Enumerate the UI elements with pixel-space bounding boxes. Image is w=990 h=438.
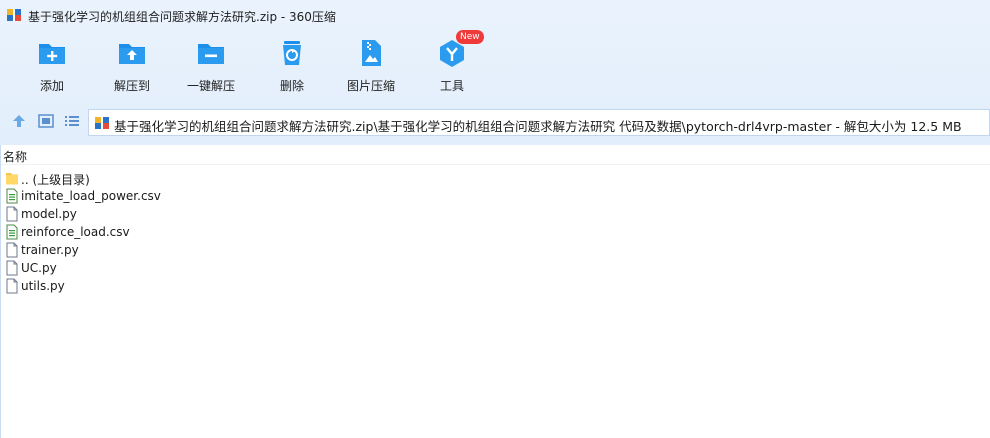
list-item-parent-dir[interactable]: .. (上级目录)	[3, 169, 403, 187]
top-panel: 基于强化学习的机组组合问题求解方法研究.zip - 360压缩 添加 解压到 一…	[0, 0, 990, 145]
navigation-bar: 基于强化学习的机组组合问题求解方法研究.zip\基于强化学习的机组组合问题求解方…	[0, 106, 990, 136]
address-path: 基于强化学习的机组组合问题求解方法研究.zip\基于强化学习的机组组合问题求解方…	[114, 119, 962, 134]
up-arrow-icon[interactable]	[10, 112, 28, 130]
file-name: imitate_load_power.csv	[21, 189, 161, 203]
file-icon	[6, 260, 18, 276]
delete-button[interactable]: 删除	[254, 36, 330, 96]
column-name-header[interactable]: 名称	[3, 148, 27, 165]
add-label: 添加	[39, 79, 64, 93]
file-name: model.py	[21, 207, 77, 221]
delete-label: 删除	[279, 79, 304, 93]
file-list: 名称 .. (上级目录) imitate_load_power.csv mode…	[0, 145, 990, 438]
tools-button[interactable]: New 工具	[414, 30, 490, 96]
extract-to-label: 解压到	[113, 79, 150, 93]
list-item[interactable]: utils.py	[3, 277, 403, 295]
archive-window: 基于强化学习的机组组合问题求解方法研究.zip - 360压缩 添加 解压到 一…	[0, 0, 990, 438]
add-button[interactable]: 添加	[14, 36, 90, 96]
file-name: reinforce_load.csv	[21, 225, 130, 239]
address-bar[interactable]: 基于强化学习的机组组合问题求解方法研究.zip\基于强化学习的机组组合问题求解方…	[88, 109, 990, 136]
extract-to-button[interactable]: 解压到	[94, 36, 170, 96]
trash-icon	[283, 41, 301, 65]
archive-icon	[95, 117, 109, 129]
image-compress-label: 图片压缩	[346, 79, 395, 93]
one-click-extract-icon	[198, 44, 224, 64]
archive-app-icon	[7, 9, 21, 21]
image-compress-button[interactable]: 图片压缩	[333, 36, 409, 96]
tools-label: 工具	[439, 79, 464, 93]
file-name: utils.py	[21, 279, 65, 293]
one-click-extract-button[interactable]: 一键解压	[173, 36, 249, 96]
column-header: 名称	[1, 145, 990, 165]
window-title: 基于强化学习的机组组合问题求解方法研究.zip - 360压缩	[28, 10, 336, 24]
file-icon	[6, 206, 18, 222]
list-item[interactable]: model.py	[3, 205, 403, 223]
folder-icon	[6, 173, 18, 185]
file-name: trainer.py	[21, 243, 79, 257]
toolbar: 添加 解压到 一键解压 删除 图片压缩 New 工具	[0, 30, 990, 98]
list-item[interactable]: reinforce_load.csv	[3, 223, 403, 241]
file-name: UC.py	[21, 261, 57, 275]
file-icon	[6, 242, 18, 258]
csv-file-icon	[6, 188, 18, 204]
one-click-extract-label: 一键解压	[186, 79, 235, 93]
add-folder-icon	[39, 44, 65, 64]
list-view-icon[interactable]	[63, 112, 81, 130]
file-name: .. (上级目录)	[21, 173, 90, 187]
title-bar: 基于强化学习的机组组合问题求解方法研究.zip - 360压缩	[0, 0, 990, 30]
extract-folder-icon	[119, 44, 145, 64]
file-icon	[6, 278, 18, 294]
list-item[interactable]: imitate_load_power.csv	[3, 187, 403, 205]
csv-file-icon	[6, 224, 18, 240]
image-compress-icon	[362, 40, 381, 66]
list-item[interactable]: UC.py	[3, 259, 403, 277]
thumbnail-view-icon[interactable]	[37, 112, 55, 130]
new-badge: New	[456, 30, 484, 44]
list-item[interactable]: trainer.py	[3, 241, 403, 259]
